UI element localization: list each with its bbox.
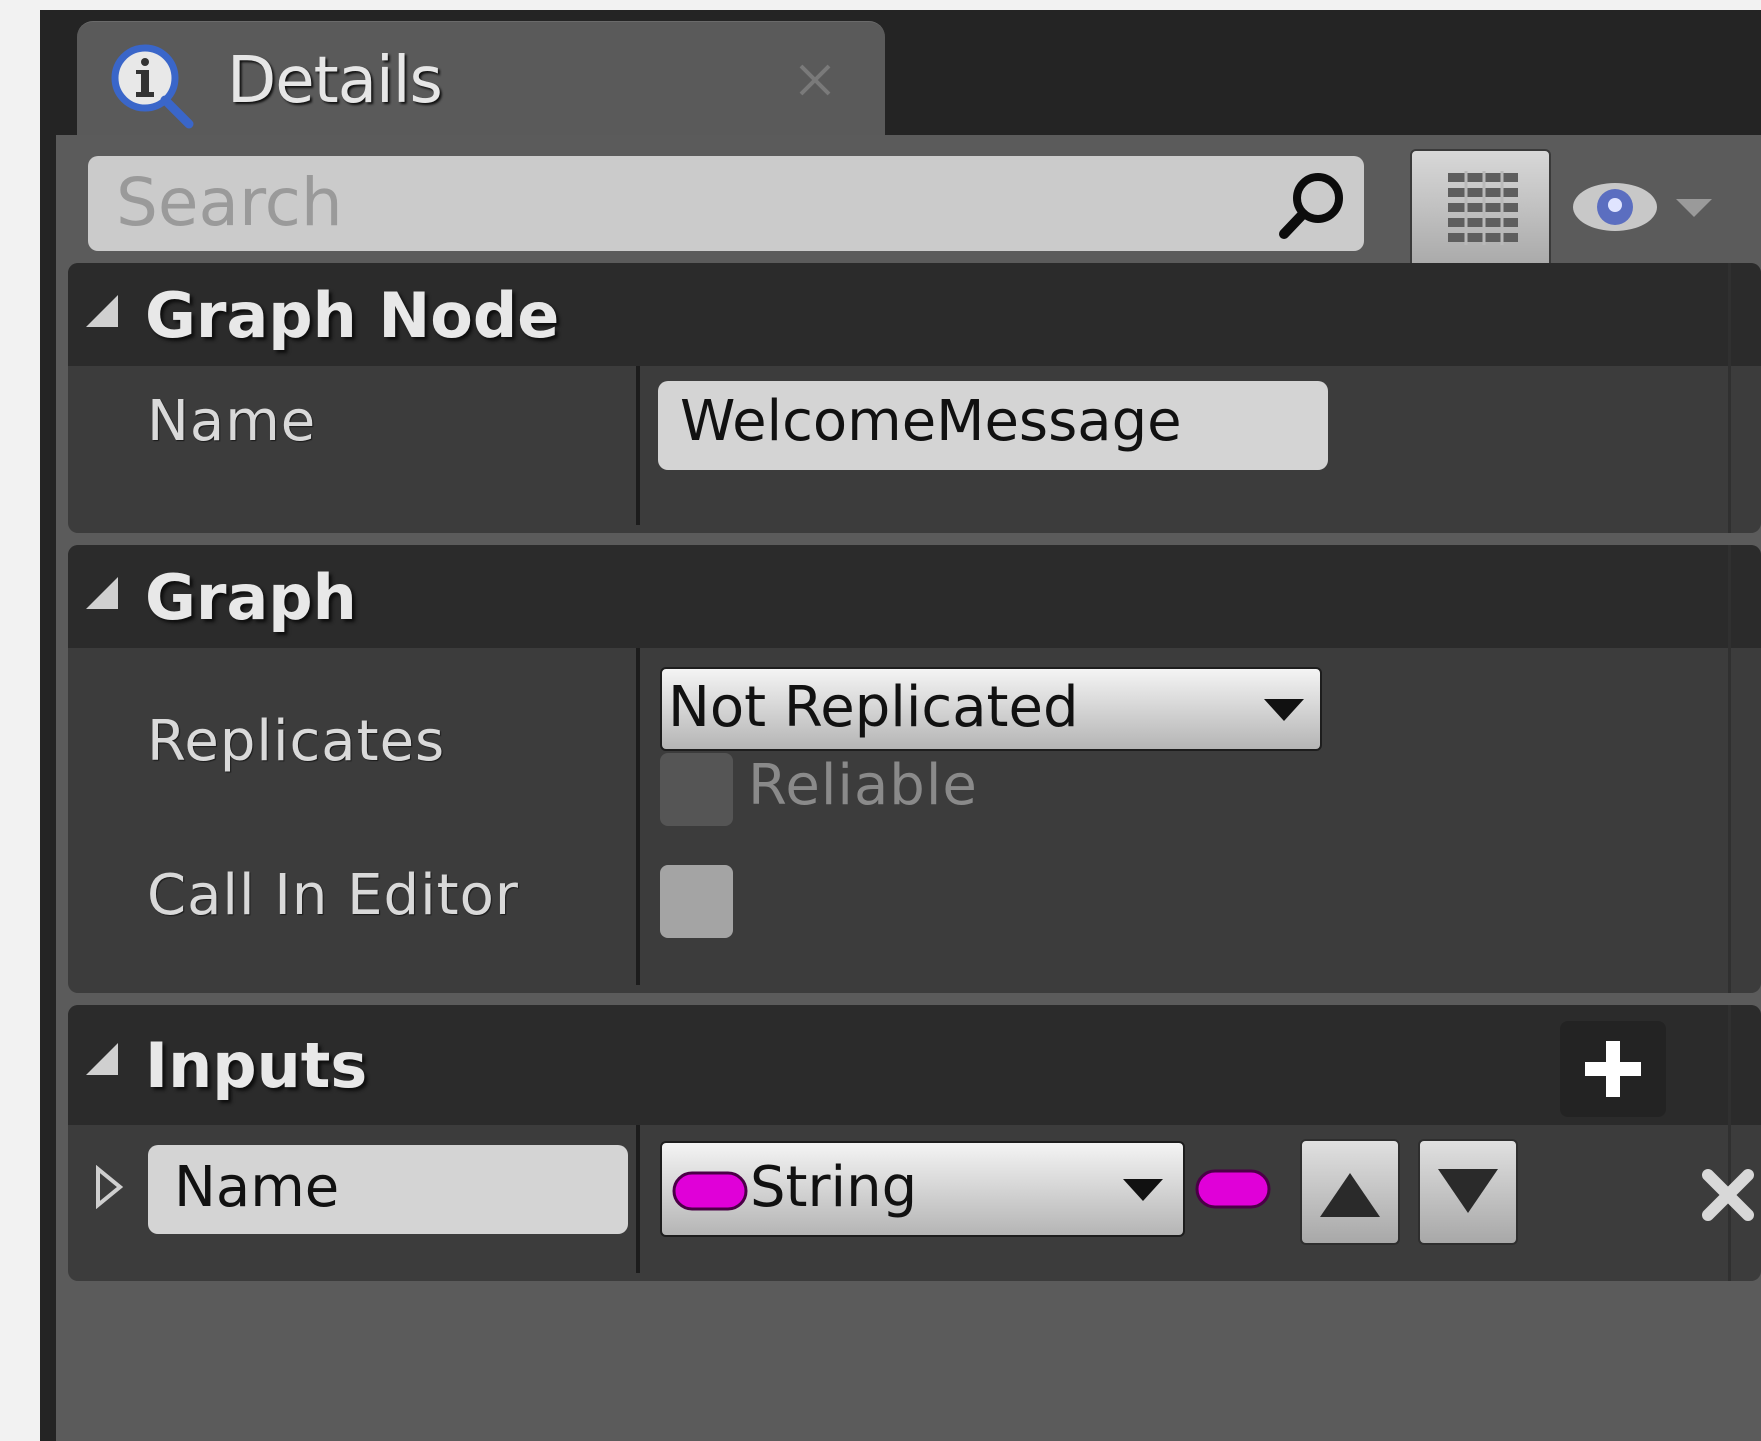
column-divider — [636, 1125, 640, 1273]
collapse-arrow-icon[interactable] — [82, 1039, 122, 1079]
scroll-track — [1728, 545, 1731, 993]
section-header[interactable]: Graph — [68, 545, 1761, 648]
section-graph: Graph Replicates Not Replicated Reliable… — [68, 545, 1761, 993]
details-tab[interactable]: Details — [77, 21, 885, 146]
section-title: Graph — [145, 561, 357, 634]
replicates-value: Not Replicated — [668, 675, 1079, 740]
call-in-editor-checkbox[interactable] — [660, 865, 733, 938]
chevron-down-icon — [1264, 699, 1304, 721]
call-in-editor-label: Call In Editor — [147, 863, 519, 928]
section-title: Graph Node — [145, 279, 560, 352]
triangle-up-icon — [1320, 1173, 1380, 1217]
expand-arrow-icon[interactable] — [94, 1165, 124, 1209]
scroll-track — [1728, 263, 1731, 533]
replicates-label: Replicates — [147, 709, 446, 774]
reliable-checkbox — [660, 753, 733, 826]
close-tab-icon[interactable] — [795, 60, 835, 100]
move-down-button[interactable] — [1418, 1139, 1518, 1245]
triangle-down-icon — [1438, 1169, 1498, 1213]
collapse-arrow-icon[interactable] — [82, 291, 122, 331]
scroll-track — [1728, 1005, 1731, 1281]
collapse-arrow-icon[interactable] — [82, 573, 122, 613]
details-info-icon — [111, 44, 194, 129]
search-input[interactable]: Search — [116, 164, 343, 241]
section-title: Inputs — [145, 1029, 368, 1102]
reliable-label: Reliable — [748, 753, 978, 818]
chevron-down-icon — [1676, 199, 1712, 217]
column-divider — [636, 366, 640, 525]
details-panel: Details Search Graph Node Name WelcomeMe… — [40, 10, 1761, 1441]
add-input-button[interactable] — [1560, 1021, 1666, 1117]
input-type-dropdown[interactable]: String — [660, 1141, 1185, 1237]
name-field[interactable]: WelcomeMessage — [658, 381, 1328, 470]
input-name-field[interactable]: Name — [148, 1145, 628, 1234]
chevron-down-icon — [1123, 1179, 1163, 1201]
tab-title: Details — [227, 44, 443, 118]
column-divider — [636, 648, 640, 985]
visibility-eye-icon[interactable] — [1570, 165, 1720, 249]
move-up-button[interactable] — [1300, 1139, 1400, 1245]
grid-icon — [1448, 171, 1518, 245]
section-graph-node: Graph Node Name WelcomeMessage — [68, 263, 1761, 533]
section-header[interactable]: Inputs — [68, 1005, 1761, 1125]
replicates-dropdown[interactable]: Not Replicated — [660, 667, 1322, 751]
section-inputs: Inputs Name String — [68, 1005, 1761, 1281]
property-matrix-button[interactable] — [1410, 149, 1551, 269]
plus-icon — [1585, 1041, 1641, 1097]
search-icon[interactable] — [1274, 168, 1350, 244]
input-type-value: String — [750, 1155, 918, 1220]
section-header[interactable]: Graph Node — [68, 263, 1761, 366]
string-pin-icon — [672, 1171, 748, 1211]
search-box[interactable]: Search — [88, 156, 1364, 251]
remove-input-icon[interactable] — [1698, 1165, 1758, 1225]
details-body: Search Graph Node Name WelcomeMessage Gr… — [56, 135, 1761, 1441]
name-label: Name — [147, 389, 317, 454]
container-type-pin-icon[interactable] — [1195, 1167, 1271, 1211]
